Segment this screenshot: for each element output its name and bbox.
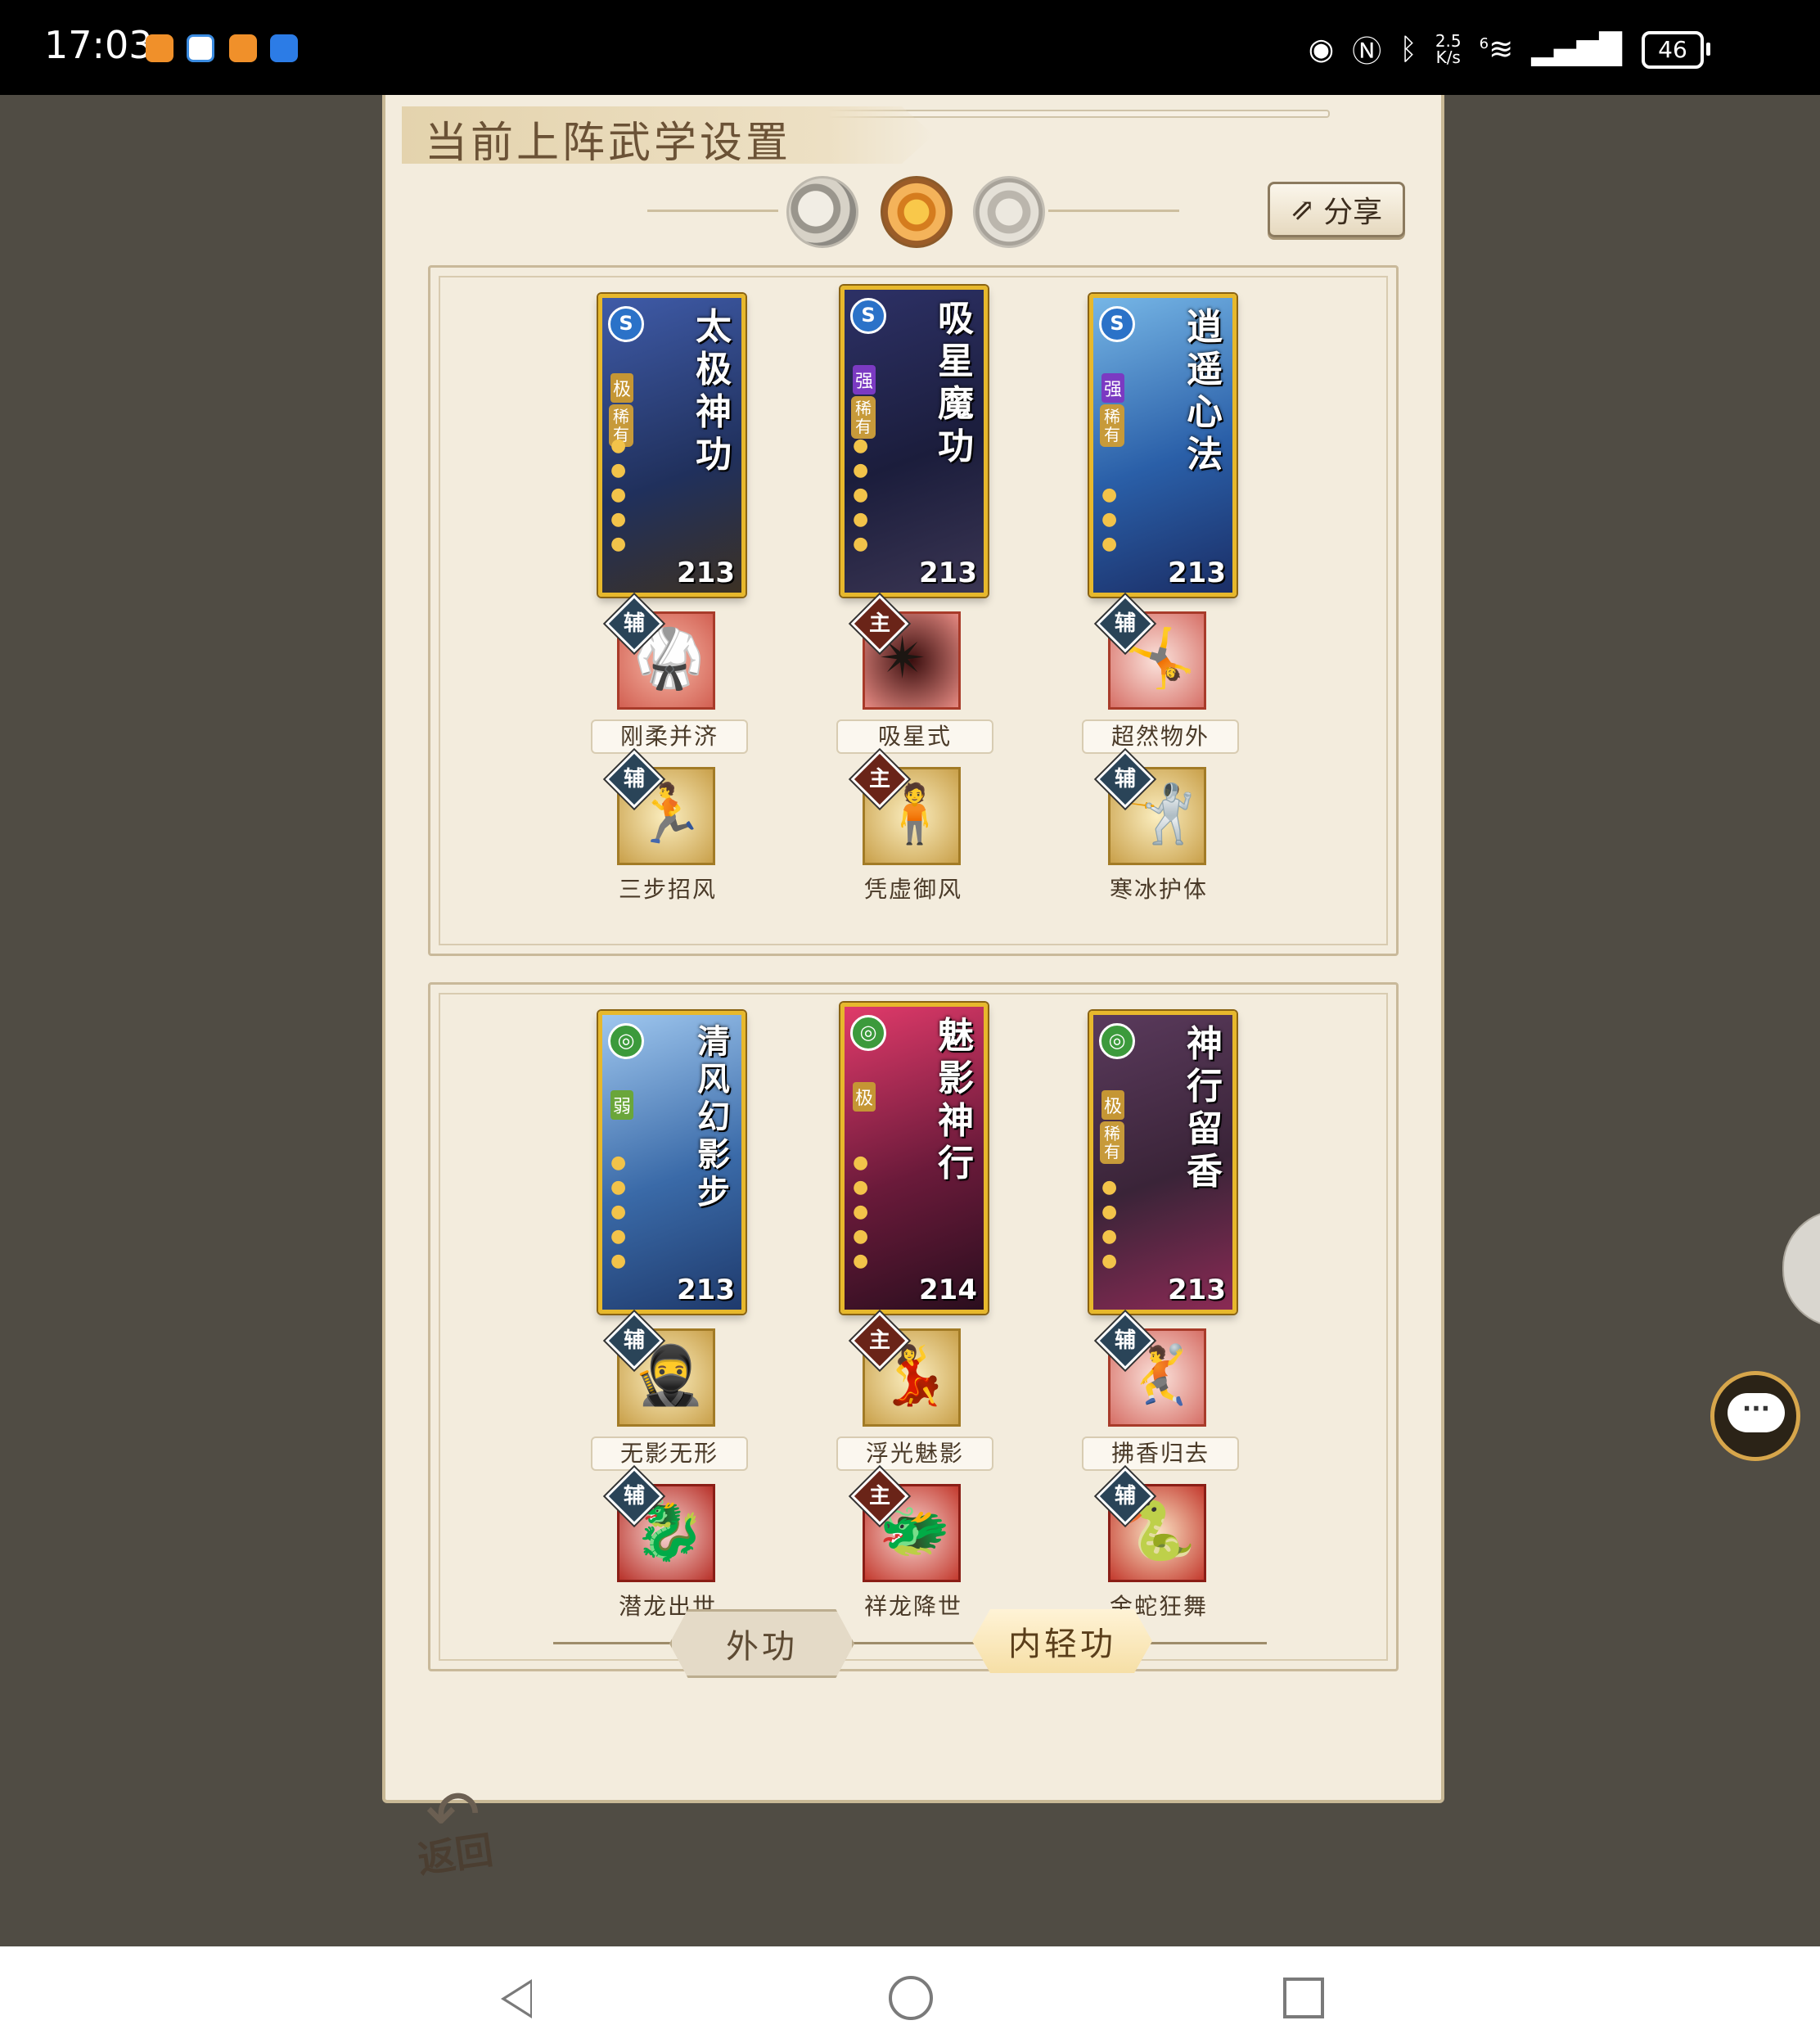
card-name: 神行留香 xyxy=(1187,1023,1223,1193)
clock: 17:03 xyxy=(44,23,153,67)
school-icon: ◎ xyxy=(1099,1023,1135,1059)
martial-card[interactable]: S 强 稀有 逍遥心法 ● ● ● 213 xyxy=(1089,294,1237,597)
skill-label: 祥龙降世 xyxy=(863,1593,962,1620)
battery-indicator: 46 xyxy=(1642,31,1710,69)
status-bar: 17:03 ◉ Ⓝ ᛒ 2.5 K/s 6≋ ▂▄▆█ 46 xyxy=(0,0,1820,95)
card-name: 清风幻影步 xyxy=(697,1022,730,1211)
nav-recents-icon[interactable] xyxy=(1283,1978,1324,2018)
tab-outer-skill[interactable]: 外功 xyxy=(669,1609,854,1678)
skill-slot[interactable]: 🐲 主 xyxy=(850,1467,966,1587)
app-notification-icon xyxy=(146,34,173,62)
card-name: 逍遥心法 xyxy=(1187,306,1223,476)
back-button[interactable]: 返回 xyxy=(414,1820,496,1884)
share-icon: ⇗ xyxy=(1290,192,1316,227)
skill-label: 凭虚御风 xyxy=(863,876,962,903)
rarity-badge: 稀有 xyxy=(1100,1121,1124,1164)
tier-badge: 极 xyxy=(853,1082,876,1112)
nav-back-icon[interactable] xyxy=(501,1979,532,2018)
skill-slot[interactable]: 🥷 辅 xyxy=(605,1311,720,1432)
sun-icon[interactable] xyxy=(881,176,953,248)
tier-badge: 强 xyxy=(853,365,876,395)
divider xyxy=(647,210,778,212)
star-drops-icon: ● ● ● xyxy=(1101,485,1118,554)
moon-icon[interactable] xyxy=(786,176,858,248)
skill-label: 超然物外 xyxy=(1082,719,1239,754)
card-name: 吸星魔功 xyxy=(938,298,974,467)
skill-slot[interactable]: 🤺 辅 xyxy=(1096,750,1211,870)
martial-arts-panel: 当前上阵武学设置 ⇗ 分享 S 极 稀有 太极神功 ● ● ● ● ● 213 🥋 辅 … xyxy=(382,95,1444,1803)
skill-label: 无影无形 xyxy=(591,1436,748,1471)
martial-card[interactable]: ◎ 极 稀有 神行留香 ● ● ● ● 213 xyxy=(1089,1011,1237,1314)
skill-slot[interactable]: 💃 主 xyxy=(850,1311,966,1432)
skill-label: 寒冰护体 xyxy=(1109,876,1208,903)
tab-divider xyxy=(553,1642,1267,1644)
skill-label: 三步招风 xyxy=(618,876,717,903)
nav-home-icon[interactable] xyxy=(889,1976,933,2020)
side-drawer-handle[interactable] xyxy=(1782,1210,1820,1328)
share-button[interactable]: ⇗ 分享 xyxy=(1268,182,1405,237)
skill-slot[interactable]: 🥋 辅 xyxy=(605,594,720,715)
martial-card[interactable]: S 极 稀有 太极神功 ● ● ● ● ● 213 xyxy=(598,294,746,597)
eye-icon: ◉ xyxy=(1308,32,1335,66)
loadout-section-2: ◎ 弱 清风幻影步 ● ● ● ● ● 213 🥷 辅 无影无形 🐉 辅 潜龙出世 ◎ … xyxy=(428,982,1399,1671)
tier-badge: 强 xyxy=(1101,373,1124,403)
wifi-icon: 6≋ xyxy=(1479,32,1514,66)
school-icon: S xyxy=(850,298,886,334)
skill-slot[interactable]: ✴ 主 xyxy=(850,594,966,715)
app-notification-icon xyxy=(270,34,298,62)
skill-label: 浮光魅影 xyxy=(836,1436,993,1471)
skill-slot[interactable]: 🤸 辅 xyxy=(1096,594,1211,715)
skill-label: 刚柔并济 xyxy=(591,719,748,754)
card-level: 213 xyxy=(1168,557,1226,589)
tier-badge: 极 xyxy=(610,373,633,403)
card-level: 213 xyxy=(1168,1274,1226,1306)
loadout-section-1: S 极 稀有 太极神功 ● ● ● ● ● 213 🥋 辅 刚柔并济 🏃 辅 三步招风 … xyxy=(428,265,1399,956)
star-drops-icon: ● ● ● ● ● xyxy=(853,1152,869,1271)
skill-slot[interactable]: 🐉 辅 xyxy=(605,1467,720,1587)
bluetooth-icon: ᛒ xyxy=(1399,32,1417,66)
star-icon[interactable] xyxy=(973,176,1045,248)
tier-badge: 弱 xyxy=(610,1090,633,1120)
tier-badge: 极 xyxy=(1101,1090,1124,1120)
card-level: 213 xyxy=(677,557,735,589)
app-notification-icon xyxy=(229,34,257,62)
school-icon: S xyxy=(608,306,644,342)
net-speed: 2.5 K/s xyxy=(1435,31,1462,67)
chat-button[interactable]: ··· xyxy=(1710,1371,1800,1461)
school-icon: ◎ xyxy=(608,1023,644,1059)
page-title: 当前上阵武学设置 xyxy=(425,119,792,168)
star-drops-icon: ● ● ● ● ● xyxy=(610,1152,627,1271)
tab-label: 外功 xyxy=(726,1628,798,1666)
tab-label: 内轻功 xyxy=(1008,1626,1116,1663)
skill-label: 吸星式 xyxy=(836,719,993,754)
martial-card[interactable]: ◎ 弱 清风幻影步 ● ● ● ● ● 213 xyxy=(598,1011,746,1314)
skill-slot[interactable]: 🤾 辅 xyxy=(1096,1311,1211,1432)
divider xyxy=(1048,210,1179,212)
system-nav-bar xyxy=(0,1946,1820,2043)
tab-inner-light-skill[interactable]: 内轻功 xyxy=(972,1609,1152,1673)
card-level: 213 xyxy=(919,557,977,589)
martial-card[interactable]: S 强 稀有 吸星魔功 ● ● ● ● ● 213 xyxy=(840,286,988,597)
skill-label: 拂香归去 xyxy=(1082,1436,1239,1471)
nfc-icon: Ⓝ xyxy=(1352,35,1382,69)
star-drops-icon: ● ● ● ● ● xyxy=(610,435,627,554)
skill-slot[interactable]: 🐍 辅 xyxy=(1096,1467,1211,1587)
skill-slot[interactable]: 🧍 主 xyxy=(850,750,966,870)
card-level: 214 xyxy=(919,1274,977,1306)
star-drops-icon: ● ● ● ● xyxy=(1101,1177,1118,1271)
star-drops-icon: ● ● ● ● ● xyxy=(853,435,869,554)
card-name: 魅影神行 xyxy=(938,1015,974,1184)
school-icon: ◎ xyxy=(850,1015,886,1051)
share-label: 分享 xyxy=(1323,196,1383,229)
rarity-badge: 稀有 xyxy=(851,396,876,439)
card-name: 太极神功 xyxy=(696,306,732,476)
card-level: 213 xyxy=(677,1274,735,1306)
signal-icon: ▂▄▆█ xyxy=(1531,32,1622,66)
school-icon: S xyxy=(1099,306,1135,342)
rarity-badge: 稀有 xyxy=(1100,404,1124,447)
chat-bubble-icon: ··· xyxy=(1728,1393,1785,1432)
martial-card[interactable]: ◎ 极 魅影神行 ● ● ● ● ● 214 xyxy=(840,1003,988,1314)
skill-slot[interactable]: 🏃 辅 xyxy=(605,750,720,870)
app-notification-icon xyxy=(187,34,214,62)
